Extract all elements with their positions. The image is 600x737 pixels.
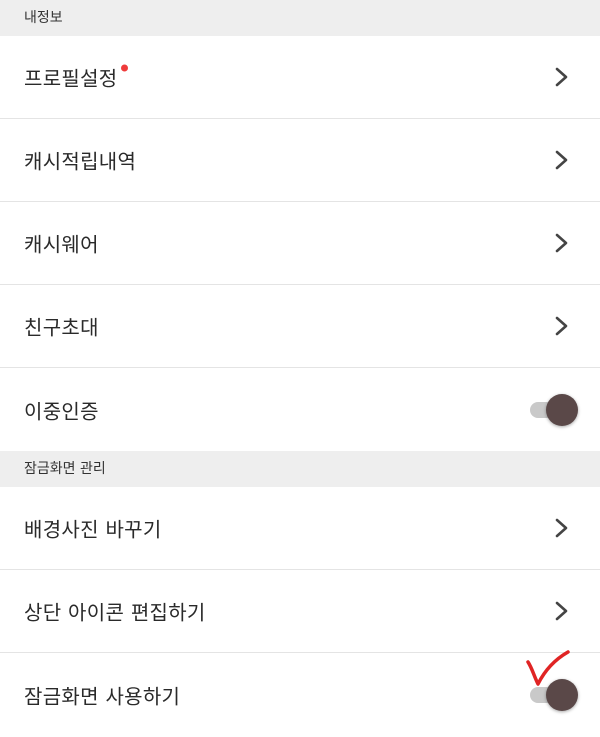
settings-item-label: 잠금화면 사용하기: [24, 684, 181, 708]
new-badge-dot: [120, 64, 128, 72]
settings-item-edit-top-icons[interactable]: 상단 아이콘 편집하기: [0, 570, 600, 653]
chevron-right-icon: [555, 518, 568, 538]
settings-item-label: 배경사진 바꾸기: [24, 517, 162, 542]
settings-item-use-lockscreen: 잠금화면 사용하기: [0, 653, 600, 736]
chevron-right-icon: [555, 233, 568, 253]
settings-item-change-background[interactable]: 배경사진 바꾸기: [0, 487, 600, 570]
settings-item-label: 캐시웨어: [24, 232, 99, 257]
settings-item-label: 이중인증: [24, 399, 99, 423]
settings-item-label: 친구초대: [24, 315, 99, 340]
chevron-right-icon: [555, 316, 568, 336]
chevron-right-icon: [555, 601, 568, 621]
settings-item-label: 캐시적립내역: [24, 149, 137, 174]
section-my-info: 내정보 프로필설정 캐시적립내역 캐시웨어 친구초대 이중인증: [0, 0, 600, 451]
settings-item-label: 프로필설정: [24, 66, 118, 91]
section-header-my-info: 내정보: [0, 0, 600, 36]
two-factor-toggle[interactable]: [530, 393, 578, 426]
settings-item-cashware[interactable]: 캐시웨어: [0, 202, 600, 285]
settings-item-cash-history[interactable]: 캐시적립내역: [0, 119, 600, 202]
red-checkmark-icon: [526, 650, 570, 686]
toggle-knob: [546, 393, 578, 426]
section-header-lockscreen: 잠금화면 관리: [0, 451, 600, 487]
settings-item-two-factor: 이중인증: [0, 368, 600, 451]
chevron-right-icon: [555, 150, 568, 170]
settings-item-label: 상단 아이콘 편집하기: [24, 600, 206, 625]
chevron-right-icon: [555, 67, 568, 87]
settings-item-invite-friends[interactable]: 친구초대: [0, 285, 600, 368]
settings-item-profile[interactable]: 프로필설정: [0, 36, 600, 119]
section-lockscreen: 잠금화면 관리 배경사진 바꾸기 상단 아이콘 편집하기 잠금화면 사용하기: [0, 451, 600, 736]
